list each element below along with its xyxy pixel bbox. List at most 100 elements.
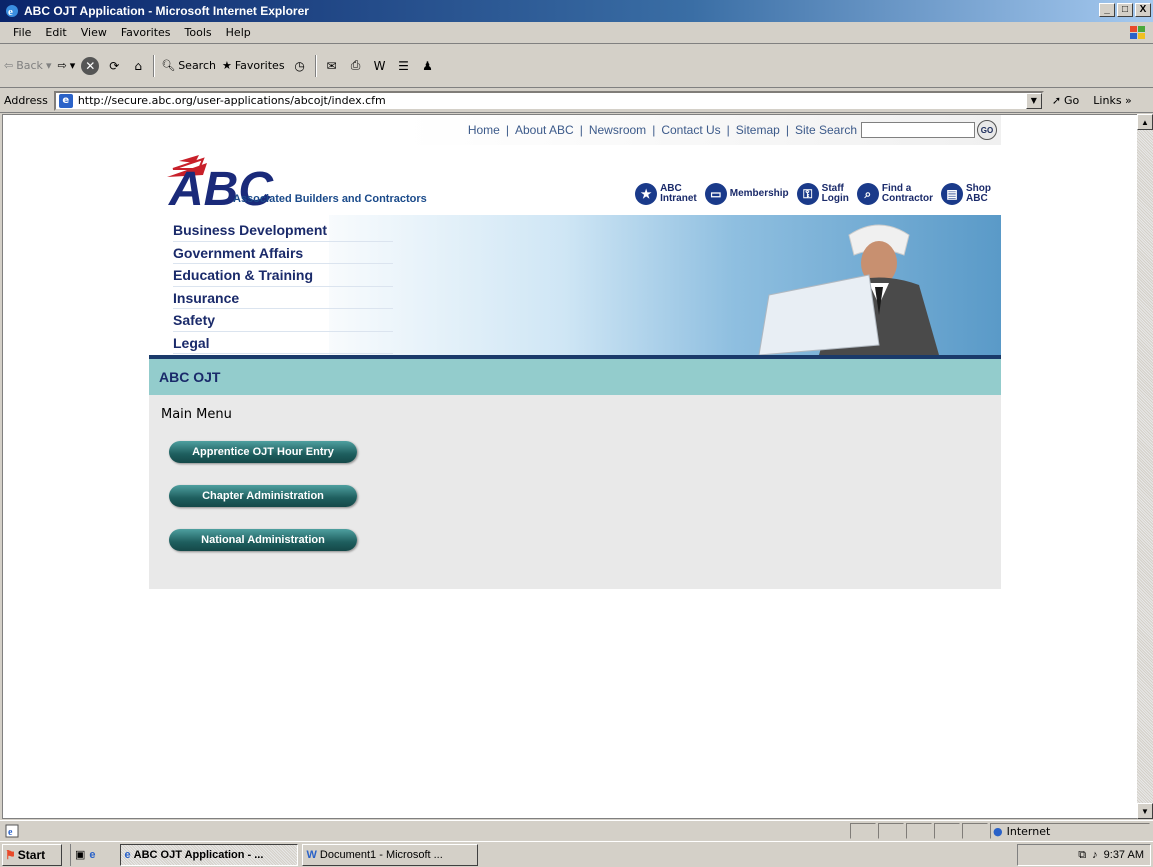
ie-launch-icon[interactable]: e — [89, 849, 95, 861]
favorites-icon: ★ — [221, 59, 232, 72]
search-icon: 🔍︎ — [161, 59, 176, 72]
mainnav-insurance[interactable]: Insurance — [173, 287, 393, 309]
windows-flag-icon: ⚑ — [5, 847, 16, 862]
menu-tools[interactable]: Tools — [178, 26, 219, 39]
print-icon[interactable]: ⎙ — [347, 57, 365, 75]
discuss-icon[interactable]: ☰ — [395, 57, 413, 75]
home-icon[interactable]: ⌂ — [129, 57, 147, 75]
star-icon: ★ — [635, 183, 658, 205]
logo-tagline: Associated Builders and Contractors — [233, 193, 427, 205]
nav-home[interactable]: Home — [468, 123, 500, 137]
address-label: Address — [4, 94, 48, 107]
go-button[interactable]: ➚ Go — [1052, 94, 1079, 107]
back-button[interactable]: ⇦ Back ▾ — [4, 59, 51, 72]
go-arrow-icon: ➚ — [1051, 94, 1062, 107]
start-button[interactable]: ⚑ Start — [2, 843, 62, 866]
quicklink-intranet[interactable]: ★ ABC Intranet — [635, 183, 697, 205]
status-pane — [906, 823, 932, 839]
network-icon[interactable]: ⧉ — [1078, 849, 1086, 862]
close-button[interactable]: X — [1135, 3, 1151, 17]
banner: Business Development Government Affairs … — [149, 215, 1001, 355]
task-ie-window[interactable]: e ABC OJT Application - ... — [119, 843, 298, 866]
nav-about[interactable]: About ABC — [515, 123, 574, 137]
minimize-button[interactable]: _ — [1099, 3, 1115, 17]
book-icon: ▤ — [941, 183, 963, 205]
site-search-input[interactable] — [861, 122, 975, 138]
mainnav-education-training[interactable]: Education & Training — [173, 264, 393, 287]
mail-icon[interactable]: ✉ — [323, 57, 341, 75]
svg-text:e: e — [8, 6, 13, 18]
messenger-icon[interactable]: ♟ — [419, 57, 437, 75]
menu-view[interactable]: View — [74, 26, 114, 39]
back-arrow-icon: ⇦ — [4, 59, 14, 72]
status-pane — [962, 823, 988, 839]
task-word-document[interactable]: W Document1 - Microsoft ... — [301, 843, 478, 866]
stop-icon[interactable]: ✕ — [81, 56, 100, 75]
nav-sitemap[interactable]: Sitemap — [736, 123, 780, 137]
taskbar: ⚑ Start ▣ e e ABC OJT Application - ... … — [0, 841, 1153, 867]
status-pane — [850, 823, 876, 839]
task-label: Document1 - Microsoft ... — [319, 848, 443, 861]
page-icon: e — [58, 93, 73, 108]
mainnav-safety[interactable]: Safety — [173, 309, 393, 332]
businessman-image — [758, 224, 939, 355]
windows-logo-icon — [1130, 26, 1145, 39]
menu-edit[interactable]: Edit — [38, 26, 73, 39]
window-title-bar: e ABC OJT Application - Microsoft Intern… — [0, 0, 1153, 22]
svg-text:e: e — [8, 827, 13, 838]
forward-arrow-icon: ⇨ — [57, 59, 67, 72]
mainnav-legal[interactable]: Legal — [173, 332, 393, 354]
show-desktop-icon[interactable]: ▣ — [75, 848, 85, 861]
search-button[interactable]: 🔍︎ Search — [161, 59, 216, 72]
national-administration-button[interactable]: National Administration — [169, 529, 357, 551]
apprentice-ojt-hour-entry-button[interactable]: Apprentice OJT Hour Entry — [169, 441, 357, 463]
refresh-icon[interactable]: ⟳ — [105, 57, 123, 75]
quicklink-staff-login[interactable]: ⚿ Staff Login — [796, 183, 849, 205]
clock: 9:37 AM — [1103, 849, 1144, 861]
address-dropdown-icon[interactable]: ▼ — [1025, 92, 1042, 109]
forward-button[interactable]: ⇨ ▾ — [57, 59, 75, 72]
start-label: Start — [17, 847, 46, 862]
magnifier-icon: ⌕ — [856, 183, 879, 205]
chapter-administration-button[interactable]: Chapter Administration — [169, 485, 357, 507]
scroll-up-icon[interactable]: ▲ — [1137, 114, 1153, 130]
main-menu-title: Main Menu — [161, 407, 232, 422]
top-nav: Home | About ABC | Newsroom | Contact Us | S… — [149, 115, 1001, 145]
menu-help[interactable]: Help — [219, 26, 258, 39]
mainnav-business-development[interactable]: Business Development — [173, 219, 393, 242]
links-button[interactable]: Links » — [1093, 94, 1132, 107]
site-search-go-button[interactable]: GO — [977, 120, 997, 140]
page-viewport: Home | About ABC | Newsroom | Contact Us | S… — [2, 114, 1138, 819]
toolbar-separator — [314, 54, 317, 77]
main-menu-panel: Main Menu Apprentice OJT Hour Entry Chap… — [149, 395, 1001, 589]
vertical-scrollbar[interactable]: ▲ ▼ — [1137, 114, 1153, 819]
mainnav-government-affairs[interactable]: Government Affairs — [173, 242, 393, 264]
nav-contact[interactable]: Contact Us — [661, 123, 720, 137]
status-pane — [878, 823, 904, 839]
menu-file[interactable]: File — [6, 26, 38, 39]
volume-icon[interactable]: ♪ — [1092, 849, 1098, 861]
edit-icon[interactable]: W — [371, 57, 389, 75]
history-icon[interactable]: ◷ — [291, 57, 309, 75]
dropdown-icon: ▾ — [69, 59, 76, 72]
quicklink-membership[interactable]: ▭ Membership — [704, 183, 789, 205]
menu-bar: File Edit View Favorites Tools Help — [0, 22, 1153, 44]
quicklink-shop[interactable]: ▤ Shop ABC — [941, 183, 991, 205]
favorites-button[interactable]: ★ Favorites — [222, 59, 285, 72]
login-icon: ⚿ — [796, 183, 819, 205]
menu-favorites[interactable]: Favorites — [114, 26, 178, 39]
zone-label: Internet — [1006, 824, 1051, 838]
section-title: ABC OJT — [149, 359, 1001, 395]
dropdown-icon: ▾ — [45, 59, 52, 72]
address-url: http://secure.abc.org/user-applications/… — [77, 94, 386, 107]
maximize-button[interactable]: □ — [1117, 3, 1133, 17]
quicklink-find-contractor[interactable]: ⌕ Find a Contractor — [856, 183, 933, 205]
nav-newsroom[interactable]: Newsroom — [589, 123, 646, 137]
toolbar: ⇦ Back ▾ ⇨ ▾ ✕ ⟳ ⌂ 🔍︎ Search ★ Favorites… — [0, 44, 1153, 88]
ie-icon: e — [6, 5, 18, 18]
status-bar: e ● Internet — [0, 820, 1153, 840]
search-label: Search — [178, 59, 216, 72]
address-input[interactable]: e http://secure.abc.org/user-application… — [53, 90, 1044, 111]
address-bar: Address e http://secure.abc.org/user-app… — [0, 89, 1153, 113]
scroll-down-icon[interactable]: ▼ — [1137, 803, 1153, 819]
